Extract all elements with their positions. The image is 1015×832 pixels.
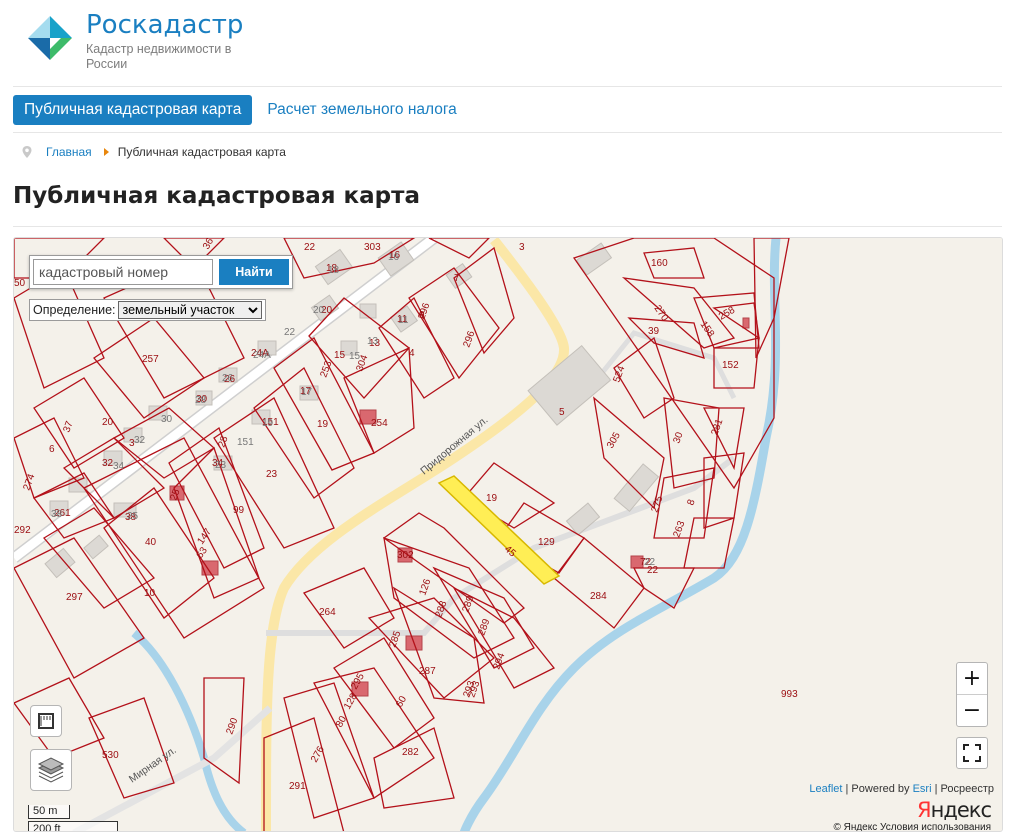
breadcrumb-separator-icon (103, 148, 109, 156)
zoom-out-button[interactable]: − (957, 695, 987, 727)
zoom-control: + − (956, 662, 988, 727)
header-divider (13, 86, 1002, 87)
location-pin-icon (22, 146, 32, 158)
parcel-number-label: 10 (144, 588, 156, 599)
building-number-label: 25 (127, 511, 139, 522)
parcel-number-label: 297 (66, 592, 83, 603)
building-number-label: 30 (161, 414, 173, 425)
parcel-number-label: 20 (102, 417, 114, 428)
parcel-number-label: 264 (319, 607, 336, 618)
breadcrumb: Главная Публичная кадастровая карта (20, 145, 286, 159)
building-number-label: 13 (367, 336, 379, 347)
building-number-label: 32 (134, 435, 146, 446)
esri-link[interactable]: Esri (913, 783, 932, 795)
parcel-number-label: 129 (538, 537, 555, 548)
map-attribution: Leaflet | Powered by Esri | Росреестр (809, 783, 994, 795)
parcel-number-label: 284 (590, 591, 607, 602)
parcel-number-label: 4 (409, 348, 415, 359)
building-number-label: 20 (313, 305, 325, 316)
tab-land-tax-calculation[interactable]: Расчет земельного налога (256, 95, 467, 125)
brand-subtitle: Кадастр недвижимости в России (86, 42, 232, 71)
scale-bar: 50 m 200 ft (28, 805, 118, 831)
parcel-number-label: 257 (142, 354, 159, 365)
parcel-number-label: 5 (559, 407, 565, 418)
yandex-logo-rest: ндекс (930, 798, 992, 822)
ruler-icon (38, 713, 54, 729)
main-nav: Публичная кадастровая карта Расчет земел… (13, 95, 468, 125)
parcel-number-label: 254 (371, 418, 388, 429)
definition-select[interactable]: земельный участок (117, 301, 262, 319)
building-number-label: 11 (398, 315, 409, 326)
scale-imperial: 200 ft (28, 821, 118, 831)
page-title: Публичная кадастровая карта (13, 183, 420, 209)
title-divider (13, 226, 1002, 227)
parcel-number-label: 282 (402, 747, 419, 758)
parcel-number-label: 302 (397, 550, 414, 561)
brand-title[interactable]: Роскадастр (86, 10, 243, 40)
definition-label: Определение: (33, 303, 116, 317)
find-button[interactable]: Найти (219, 259, 289, 285)
building-number-label: 28 (195, 395, 207, 406)
breadcrumb-home-link[interactable]: Главная (46, 145, 92, 159)
parcel-number-label: 15 (334, 350, 346, 361)
parcel-number-label: 40 (145, 537, 157, 548)
yandex-terms-link[interactable]: © Яндекс Условия использования (833, 822, 991, 831)
building-number-label: 22 (284, 327, 296, 338)
tab-public-cadastral-map[interactable]: Публичная кадастровая карта (13, 95, 253, 125)
parcel-number-label: 3 (519, 242, 525, 253)
definition-panel: Определение: земельный участок (29, 299, 266, 321)
fullscreen-icon (963, 744, 981, 762)
layers-button[interactable] (30, 749, 72, 791)
parcel-number-label: 19 (317, 419, 329, 430)
parcel-number-label: 32 (102, 458, 114, 469)
scale-metric: 50 m (28, 805, 70, 819)
parcel-number-label: 291 (289, 781, 306, 792)
search-panel: Найти (29, 255, 293, 289)
fullscreen-button[interactable] (956, 737, 988, 769)
building-number-label: 22 (644, 557, 656, 568)
parcel-number-label: 287 (419, 666, 436, 677)
parcel-number-label: 530 (102, 750, 119, 761)
parcel-number-label: 50 (14, 278, 26, 289)
nav-divider (13, 132, 1002, 133)
powered-by-text: Powered by (851, 783, 910, 795)
parcel-number-label: 7 (454, 273, 460, 284)
breadcrumb-current: Публичная кадастровая карта (117, 145, 286, 159)
building-number-label: 38 (51, 509, 63, 520)
building-number-label: 26 (222, 373, 234, 384)
parcel-number-label: 292 (14, 525, 31, 536)
parcel-number-label: 22 (304, 242, 316, 253)
parcel-number-label: 6 (49, 444, 55, 455)
map-canvas[interactable]: Придорожная ул. Мирная ул. 45 5036 22 303 3… (14, 238, 1003, 832)
parcel-number-label: 39 (648, 326, 660, 337)
leaflet-link[interactable]: Leaflet (809, 783, 842, 795)
building-number-label: 17 (301, 387, 313, 398)
parcel-number-label: 303 (364, 242, 381, 253)
building-number-label: 16 (388, 252, 400, 263)
rosreestr-attribution: Росреестр (940, 783, 994, 795)
building-number-label: 34 (113, 461, 125, 472)
building-number-label: 23 (215, 460, 227, 471)
parcel-number-label: 152 (722, 360, 739, 371)
building-number-label: 19 (262, 418, 274, 429)
parcel-number-label: 19 (486, 493, 498, 504)
yandex-logo[interactable]: Яндекс (917, 798, 992, 822)
parcel-number-label: 160 (651, 258, 668, 269)
cadastral-number-input[interactable] (33, 259, 213, 285)
layers-icon (37, 757, 65, 783)
parcel-number-label: 993 (781, 689, 798, 700)
building-number-label: 18 (328, 265, 340, 276)
cadastral-map[interactable]: Придорожная ул. Мирная ул. 45 50 36 22 303 3… (13, 237, 1003, 832)
parcel-number-label: 99 (233, 505, 245, 516)
building-number-label: 15 (349, 351, 361, 362)
site-header: Роскадастр Кадастр недвижимости в России (0, 0, 1015, 86)
zoom-in-button[interactable]: + (957, 663, 987, 695)
parcel-number-label: 23 (266, 469, 278, 480)
building-number-label: 151 (237, 437, 254, 448)
measure-tool-button[interactable] (30, 705, 62, 737)
yandex-logo-first-letter: Я (917, 798, 932, 822)
building-number-label: 24А (253, 350, 271, 361)
rosreestr-logo-icon[interactable] (28, 16, 72, 60)
